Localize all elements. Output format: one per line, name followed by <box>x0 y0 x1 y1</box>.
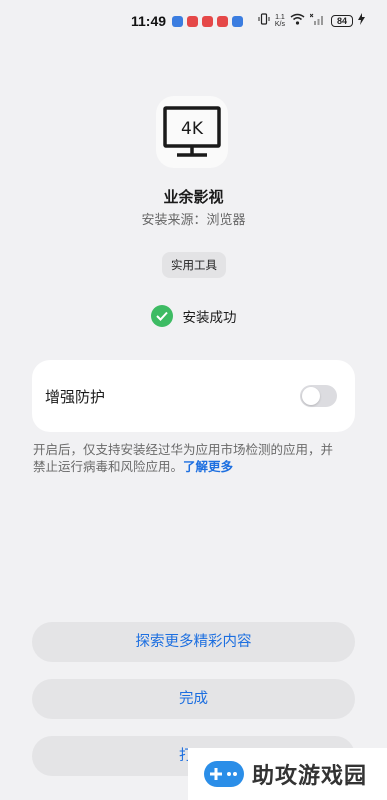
enhanced-protection-label: 增强防护 <box>45 388 106 406</box>
install-source: 安装来源：浏览器 <box>141 213 246 228</box>
network-speed: 1.1 K/s <box>275 14 285 28</box>
explore-more-button[interactable]: 探索更多精彩内容 <box>32 622 355 662</box>
system-icons: 1.1 K/s 84 <box>258 13 365 28</box>
wifi-icon <box>290 13 305 28</box>
category-chip: 实用工具 <box>162 252 226 278</box>
check-circle-icon <box>150 305 173 327</box>
charging-icon <box>358 13 365 28</box>
battery-indicator: 84 <box>331 14 353 27</box>
app-name: 业余影视 <box>163 188 224 206</box>
install-result: 安装成功 <box>0 305 387 327</box>
network-speed-unit: K/s <box>274 20 285 28</box>
notification-app-icon <box>172 16 183 27</box>
notification-app-icon <box>187 16 198 27</box>
install-status-text: 安装成功 <box>182 310 237 326</box>
install-result-screen: 11:49 1.1 K/s 84 4K 业余影视 安装来源：浏览器 实用工具 安… <box>0 0 387 800</box>
watermark: 助攻游戏园 <box>188 748 387 800</box>
gamepad-icon <box>204 761 244 787</box>
toggle-knob <box>302 387 320 405</box>
watermark-text: 助攻游戏园 <box>252 764 368 789</box>
app-icon: 4K <box>156 96 228 168</box>
notification-app-icon <box>202 16 213 27</box>
enhanced-protection-toggle[interactable] <box>300 385 337 407</box>
status-bar: 11:49 1.1 K/s 84 <box>0 0 387 44</box>
protection-description: 开启后，仅支持安装经过华为应用市场检测的应用，并禁止运行病毒和风险应用。了解更多 <box>33 441 339 475</box>
done-button[interactable]: 完成 <box>32 679 355 719</box>
signal-icon <box>309 13 326 28</box>
monitor-4k-icon: 4K <box>163 106 221 157</box>
vibrate-icon <box>258 13 270 28</box>
network-speed-value: 1.1 <box>275 13 285 21</box>
notification-icons <box>172 16 243 27</box>
notification-app-icon <box>217 16 228 27</box>
enhanced-protection-card: 增强防护 <box>32 360 355 432</box>
learn-more-link[interactable]: 了解更多 <box>183 459 233 474</box>
app-icon-label: 4K <box>181 119 204 139</box>
notification-app-icon <box>232 16 243 27</box>
status-time: 11:49 <box>131 13 167 29</box>
